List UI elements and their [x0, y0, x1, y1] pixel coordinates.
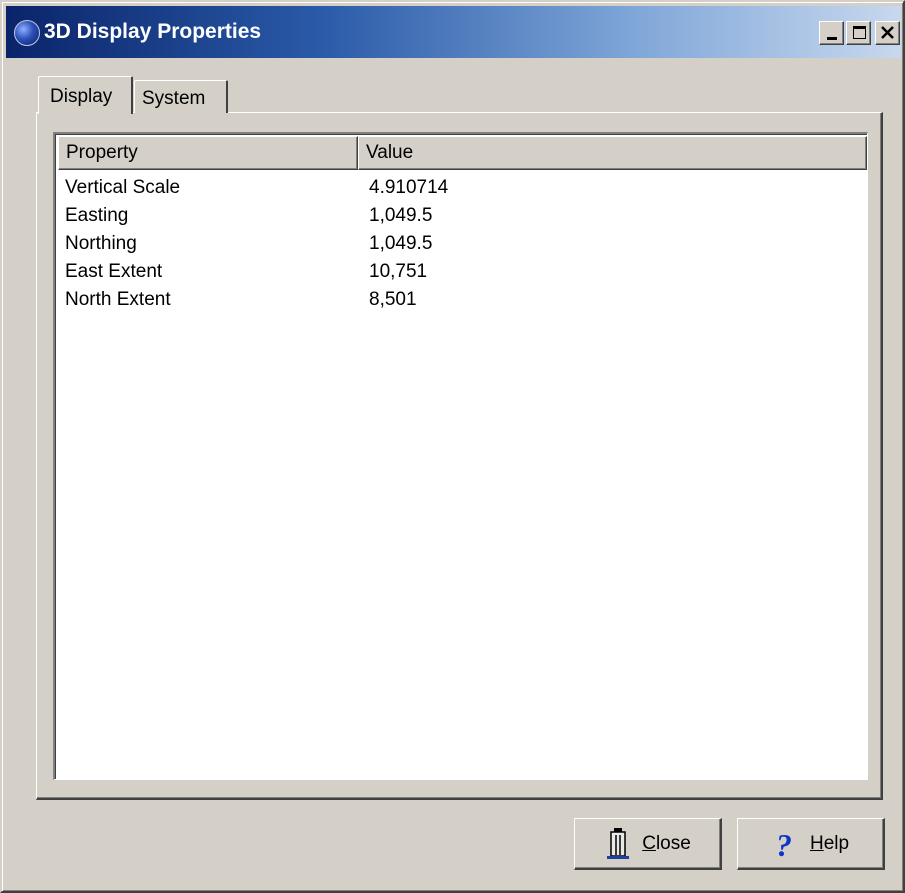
globe-icon: [14, 20, 40, 46]
tab-display-label: Display: [50, 86, 113, 107]
door-exit-icon: [607, 827, 630, 859]
column-header-property[interactable]: Property: [58, 136, 358, 170]
minimize-icon: [827, 37, 837, 40]
list-row[interactable]: North Extent 8,501: [65, 286, 665, 314]
property-cell: Northing: [65, 233, 137, 254]
question-mark-icon: ?: [776, 827, 792, 861]
title-bar[interactable]: 3D Display Properties: [6, 6, 901, 58]
help-button-label: Help: [809, 832, 850, 854]
close-icon: [881, 26, 894, 39]
property-cell: Easting: [65, 205, 129, 226]
list-row[interactable]: East Extent 10,751: [65, 258, 665, 286]
tab-system-label: System: [142, 88, 206, 109]
properties-list[interactable]: Property Value Vertical Scale 4.910714 E…: [53, 132, 868, 780]
tab-display[interactable]: Display: [38, 76, 133, 114]
close-window-button[interactable]: [875, 21, 900, 45]
close-button-label: Close: [642, 832, 691, 854]
list-row[interactable]: Easting 1,049.5: [65, 202, 665, 230]
svg-text:?: ?: [776, 827, 792, 861]
tab-system[interactable]: System: [134, 80, 228, 113]
maximize-button[interactable]: [846, 21, 871, 45]
column-header-value[interactable]: Value: [358, 136, 867, 170]
value-cell: 4.910714: [369, 177, 449, 198]
close-button[interactable]: Close: [574, 818, 722, 870]
list-header: Property Value: [58, 136, 867, 170]
minimize-button[interactable]: [819, 21, 844, 45]
window-title: 3D Display Properties: [44, 20, 262, 43]
value-cell: 8,501: [369, 289, 417, 310]
value-cell: 1,049.5: [369, 205, 433, 226]
list-row[interactable]: Vertical Scale 4.910714: [65, 174, 665, 202]
maximize-icon: [853, 26, 866, 39]
property-cell: East Extent: [65, 261, 163, 282]
list-rows: Vertical Scale 4.910714 Easting 1,049.5 …: [65, 174, 665, 314]
value-cell: 10,751: [369, 261, 428, 282]
help-button[interactable]: ? Help: [737, 818, 885, 870]
property-cell: Vertical Scale: [65, 177, 181, 198]
list-row[interactable]: Northing 1,049.5: [65, 230, 665, 258]
property-cell: North Extent: [65, 289, 171, 310]
value-cell: 1,049.5: [369, 233, 433, 254]
